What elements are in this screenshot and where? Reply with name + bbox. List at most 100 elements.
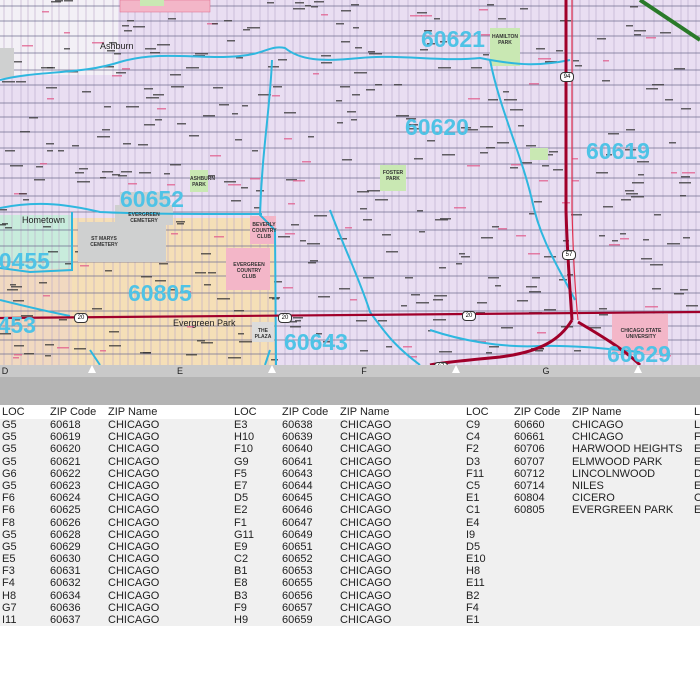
street-name-mark (300, 240, 306, 242)
legend-row: G11 60649 CHICAGO (232, 529, 468, 541)
zip-label-60629: 60629 (607, 341, 671, 366)
legend-row: G6 60622 CHICAGO (0, 468, 236, 480)
zip-cell: 60623 (50, 479, 81, 492)
legend-row: F4 (464, 602, 700, 614)
street-name-mark (354, 72, 367, 74)
loc-cell: E5 (2, 553, 16, 566)
street-name-mark (208, 272, 216, 274)
street-name-mark (353, 27, 359, 29)
zip-label-60643: 60643 (284, 329, 348, 355)
street-name-mark (435, 219, 448, 221)
street-name-mark (204, 284, 211, 286)
loc-cell: D5 (234, 492, 249, 505)
street-name-mark (177, 223, 184, 225)
highway-shield-20-west: 20 (74, 313, 88, 323)
street-name-mark (45, 344, 54, 346)
highway-shield-94: 94 (560, 72, 574, 82)
street-name-mark (680, 195, 686, 197)
legend-row: F (694, 431, 700, 443)
zip-cell (514, 577, 572, 589)
zip-cell: 60706 (514, 443, 545, 456)
zip-cell: 60653 (282, 565, 313, 578)
highway-shield-20-center: 20 (278, 313, 292, 323)
legend-row: D (694, 468, 700, 480)
street-name-mark (313, 73, 319, 75)
street-name-mark (116, 72, 126, 74)
street-name-mark (13, 300, 24, 302)
zip-name-cell: CHICAGO (108, 504, 160, 517)
legend-row: E8 60655 CHICAGO (232, 577, 468, 589)
street-name-mark (529, 83, 539, 85)
street-name-mark (82, 91, 91, 93)
street-name-mark (620, 238, 629, 240)
zip-name-cell: CHICAGO (108, 419, 160, 431)
street-name-mark (602, 80, 610, 82)
legend-row: F4 60632 CHICAGO (0, 577, 236, 589)
street-name-mark (126, 106, 139, 108)
legend-row: E1 60804 CICERO (464, 492, 700, 504)
loc-cell: G9 (234, 455, 249, 468)
street-name-mark (539, 180, 548, 182)
legend-row: G5 60621 CHICAGO (0, 456, 236, 468)
loc-cell: E1 (466, 492, 480, 505)
street-name-mark (80, 265, 89, 267)
header-name: ZIP Name (572, 406, 622, 418)
street-name-mark (596, 172, 608, 174)
zip-name-cell: CHICAGO (340, 589, 392, 602)
street-name-mark (232, 113, 238, 115)
zip-code-map[interactable]: 60621 60620 60619 60652 60455 60805 6064… (0, 0, 700, 365)
loc-cell: C (694, 492, 700, 505)
loc-cell: G5 (2, 528, 17, 541)
street-name-mark (102, 129, 110, 131)
street-name-mark (321, 14, 328, 16)
street-name-mark (366, 89, 375, 91)
zip-name-cell (572, 565, 700, 577)
street-name-mark (124, 30, 132, 32)
zip-cell: 60640 (282, 443, 313, 456)
legend-row: G5 60623 CHICAGO (0, 480, 236, 492)
street-name-mark (625, 190, 634, 192)
street-name-mark (171, 233, 178, 235)
street-name-mark (0, 209, 7, 211)
loc-cell: F11 (466, 467, 485, 480)
zip-cell: 60632 (50, 577, 81, 590)
street-name-mark (100, 177, 106, 179)
street-name-mark (680, 289, 688, 291)
legend-row: E10 (464, 553, 700, 565)
legend-row: I11 60637 CHICAGO (0, 614, 236, 626)
header-zip: ZIP Code (282, 406, 329, 418)
street-name-mark (58, 150, 64, 152)
street-name-mark (634, 34, 641, 36)
zip-cell: 60618 (50, 419, 81, 431)
street-name-mark (534, 201, 542, 203)
street-name-mark (102, 171, 113, 173)
legend-row: E11 (464, 577, 700, 589)
zip-cell: 60641 (282, 455, 313, 468)
loc-cell: F6 (2, 492, 15, 505)
legend-row: E (694, 443, 700, 455)
street-name-mark (109, 331, 119, 333)
street-name-mark (11, 286, 22, 288)
legend-row: F6 60624 CHICAGO (0, 492, 236, 504)
street-name-mark (626, 25, 633, 27)
zip-name-cell: CHICAGO (108, 540, 160, 553)
zip-name-cell (572, 541, 700, 553)
zip-name-cell: CHICAGO (340, 614, 392, 626)
zip-cell: 60804 (514, 492, 545, 505)
street-name-mark (480, 126, 493, 128)
zip-cell (514, 590, 572, 602)
street-name-mark (339, 288, 350, 290)
zip-cell: 60625 (50, 504, 81, 517)
street-name-mark (603, 206, 613, 208)
street-name-mark (497, 142, 509, 144)
street-name-mark (189, 135, 199, 137)
street-name-mark (488, 277, 499, 279)
street-name-mark (355, 47, 362, 49)
legend-header-row: LOC ZIP Code ZIP Name (0, 405, 236, 419)
legend-row: G5 60629 CHICAGO (0, 541, 236, 553)
zip-name-cell: CHICAGO (108, 565, 160, 578)
street-name-mark (669, 142, 676, 144)
zip-cell: 60638 (282, 419, 313, 431)
zip-name-cell: CHICAGO (340, 528, 392, 541)
street-name-mark (64, 32, 70, 34)
